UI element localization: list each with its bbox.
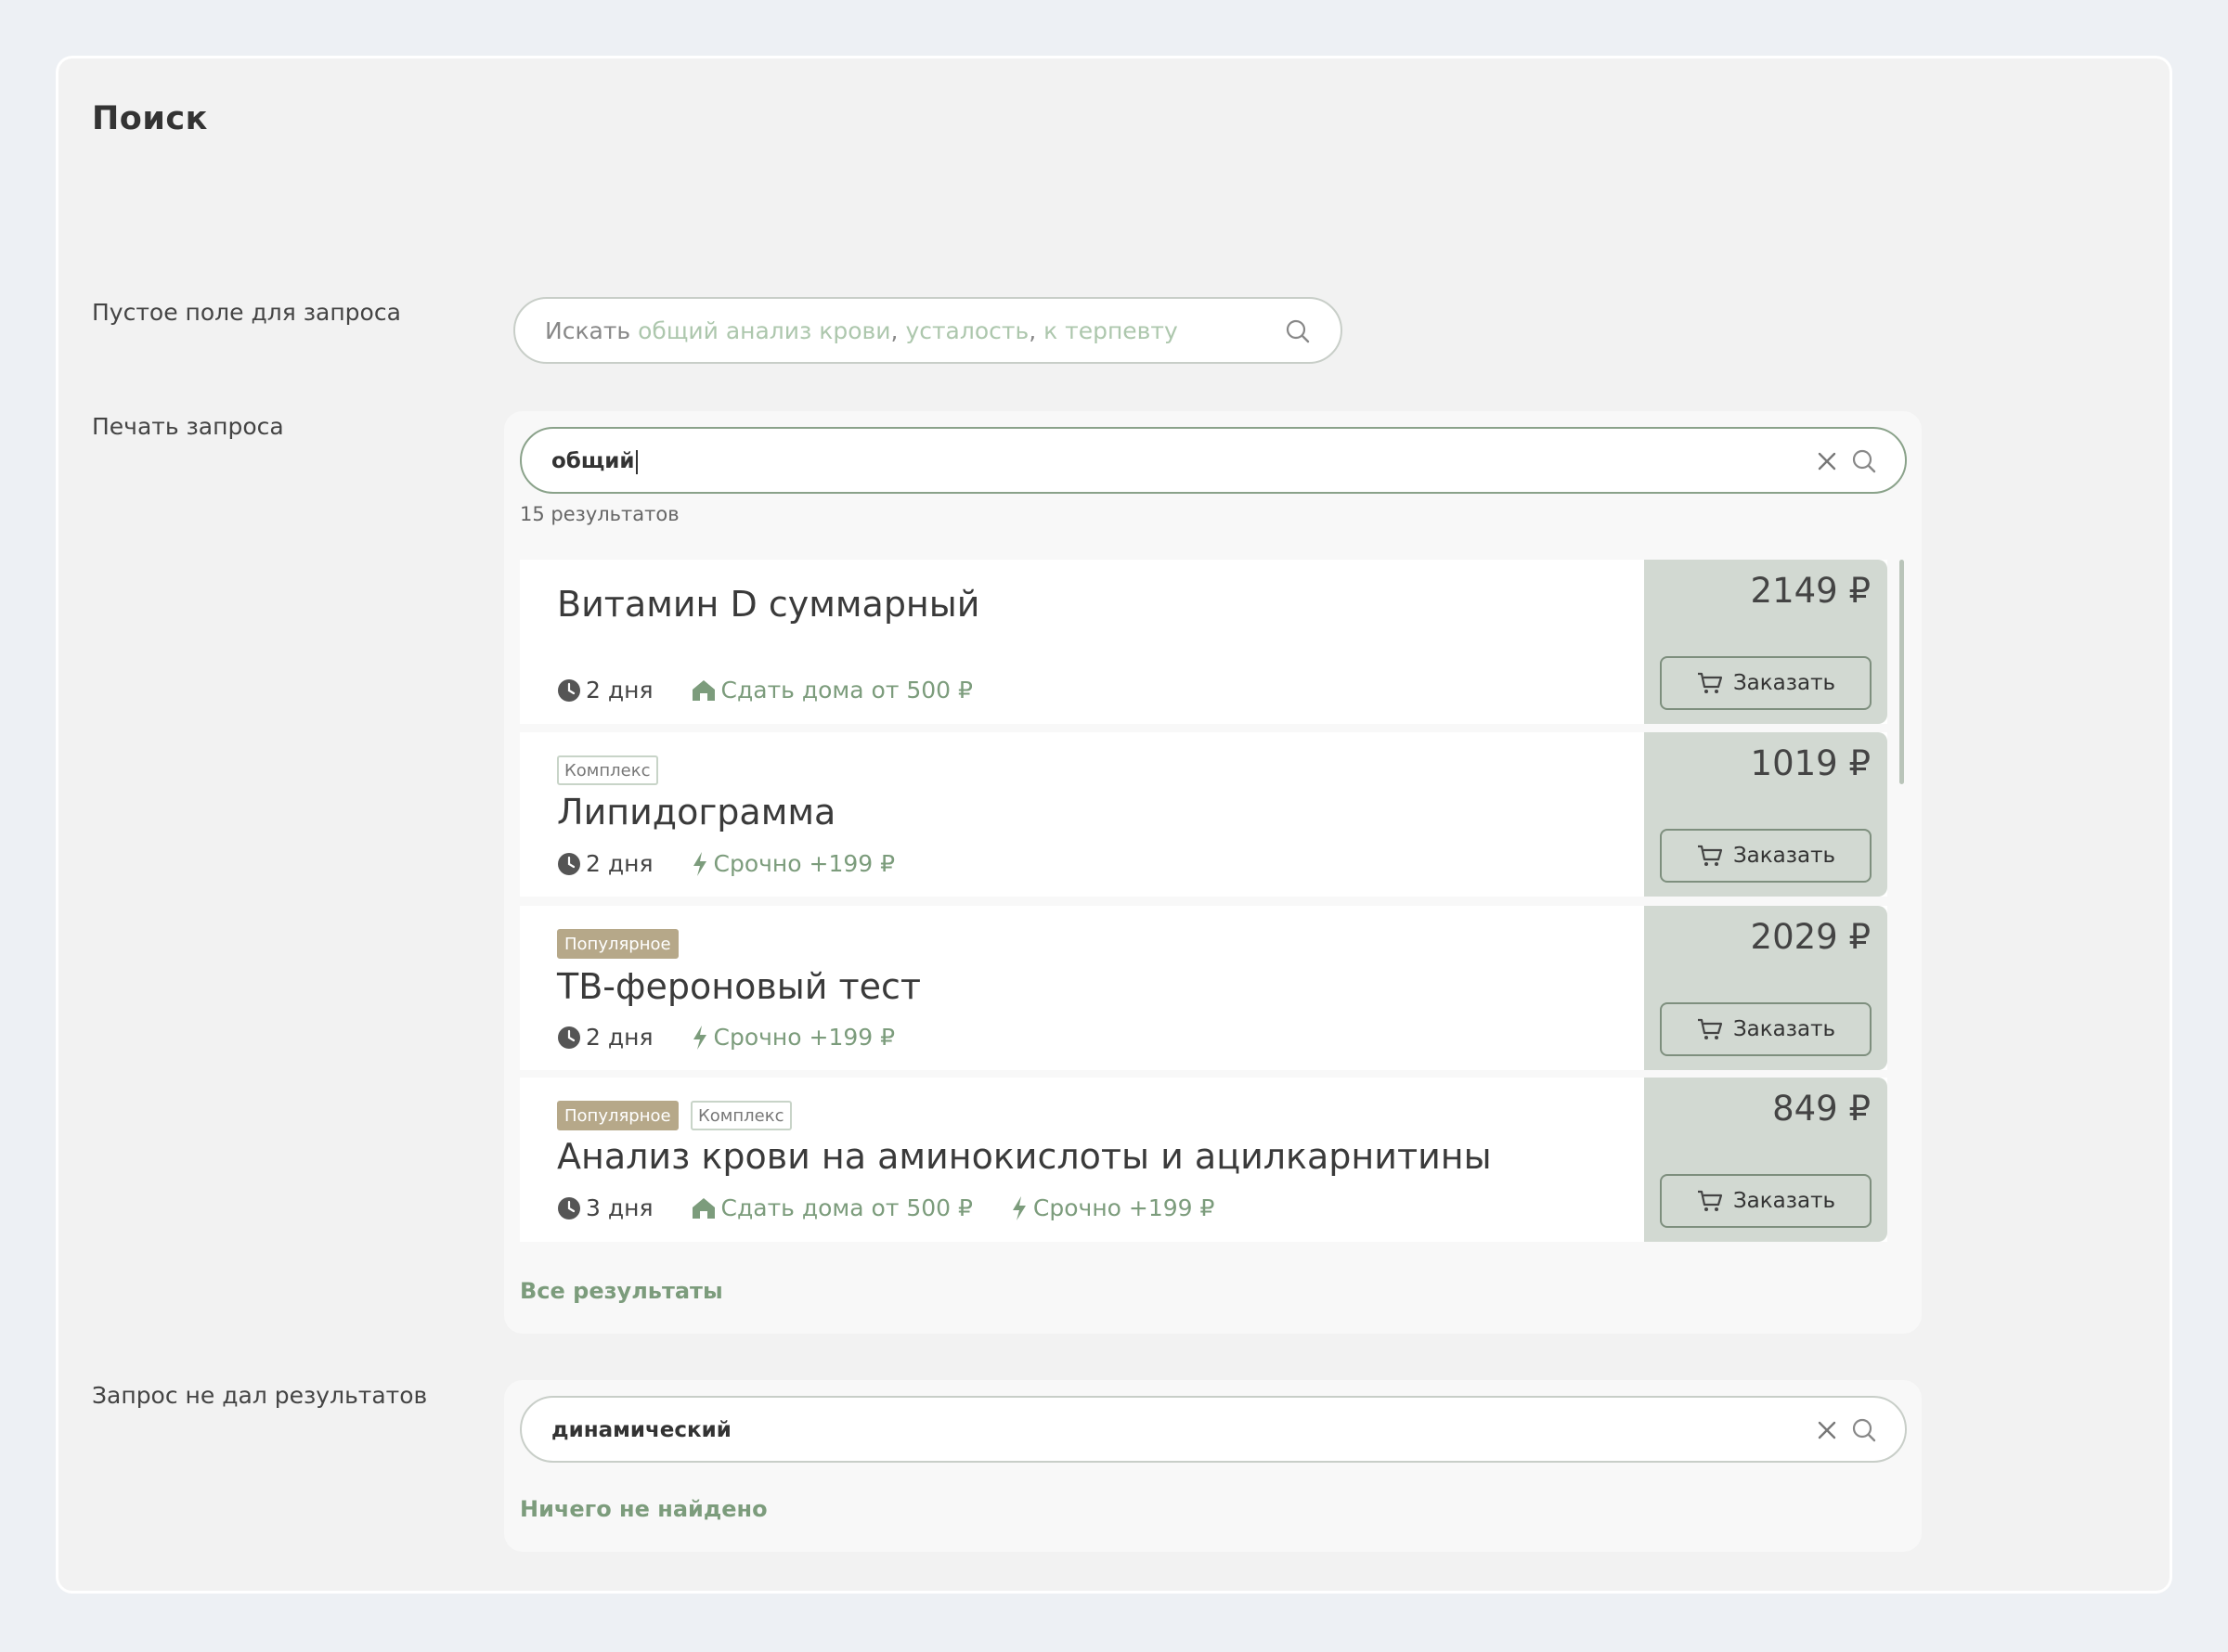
badge-complex: Комплекс: [691, 1101, 792, 1130]
duration: 2 дня: [557, 1024, 654, 1051]
price-area: 2149 ₽ Заказать: [1644, 560, 1887, 724]
urgent-option: Срочно +199 ₽: [691, 1024, 896, 1051]
badge-complex: Комплекс: [557, 755, 658, 785]
section-label-empty: Пустое поле для запроса: [92, 299, 401, 326]
home-icon: [692, 679, 715, 701]
duration-text: 2 дня: [586, 677, 654, 703]
duration: 2 дня: [557, 677, 654, 703]
home-collection: Сдать дома от 500 ₽: [691, 1194, 973, 1221]
order-label: Заказать: [1732, 1189, 1836, 1213]
placeholder-separator: ,: [890, 317, 899, 344]
order-label: Заказать: [1732, 671, 1836, 695]
price-area: 849 ₽ Заказать: [1644, 1078, 1887, 1242]
search-query-text: общий: [551, 429, 638, 494]
result-title: Анализ крови на аминокислоты и ацилкарни…: [557, 1136, 1492, 1177]
result-card[interactable]: Витамин D суммарный 2 дня Сдать дома от …: [520, 560, 1887, 724]
result-meta: 3 дня Сдать дома от 500 ₽ Срочно +199 ₽: [557, 1194, 1251, 1221]
clock-icon: [558, 678, 580, 702]
order-button[interactable]: Заказать: [1660, 656, 1872, 710]
urgent-option: Срочно +199 ₽: [1010, 1194, 1215, 1221]
clock-icon: [558, 852, 580, 875]
badge-popular: Популярное: [557, 1101, 679, 1130]
placeholder-hint: к терпевту: [1043, 317, 1178, 344]
price-area: 1019 ₽ Заказать: [1644, 732, 1887, 897]
page-title: Поиск: [92, 100, 208, 137]
search-icon[interactable]: [1283, 316, 1313, 346]
home-text: Сдать дома от 500 ₽: [720, 1194, 973, 1221]
search-icon[interactable]: [1849, 446, 1879, 476]
result-title: ТВ-фероновый тест: [557, 966, 922, 1007]
text-caret: [635, 449, 638, 474]
clock-icon: [558, 1026, 580, 1049]
price: 1019 ₽: [1750, 743, 1871, 783]
no-results-message: Ничего не найдено: [520, 1496, 768, 1522]
result-meta: 2 дня Сдать дома от 500 ₽: [557, 677, 1010, 703]
result-card[interactable]: Комплекс Липидограмма 2 дня Срочно +199 …: [520, 732, 1887, 897]
search-input-empty[interactable]: Искать общий анализ крови, усталость, к …: [513, 297, 1342, 364]
lightning-icon: [693, 1025, 706, 1050]
urgent-text: Срочно +199 ₽: [713, 850, 896, 877]
search-input-no-results[interactable]: динамический: [520, 1396, 1907, 1463]
order-label: Заказать: [1732, 1017, 1836, 1041]
section-label-no-results: Запрос не дал результатов: [92, 1382, 428, 1409]
clock-icon: [558, 1196, 580, 1220]
result-count: 15 результатов: [520, 503, 680, 525]
duration: 3 дня: [557, 1194, 654, 1221]
urgent-text: Срочно +199 ₽: [1032, 1194, 1215, 1221]
lightning-icon: [1012, 1195, 1026, 1220]
price: 2029 ₽: [1750, 917, 1871, 957]
results-scrollbar[interactable]: [1899, 560, 1904, 784]
order-button[interactable]: Заказать: [1660, 1002, 1872, 1056]
home-collection: Сдать дома от 500 ₽: [691, 677, 973, 703]
duration-text: 2 дня: [586, 1024, 654, 1051]
section-label-typing: Печать запроса: [92, 413, 284, 440]
placeholder-separator: ,: [1029, 317, 1037, 344]
price-area: 2029 ₽ Заказать: [1644, 906, 1887, 1070]
placeholder-hint: общий анализ крови: [638, 317, 891, 344]
urgent-text: Срочно +199 ₽: [713, 1024, 896, 1051]
close-icon[interactable]: [1812, 446, 1842, 476]
result-card[interactable]: Популярное ТВ-фероновый тест 2 дня Срочн…: [520, 906, 1887, 1070]
price: 2149 ₽: [1750, 571, 1871, 611]
search-query-value: динамический: [551, 1418, 732, 1442]
search-input-typing[interactable]: общий: [520, 427, 1907, 494]
duration-text: 2 дня: [586, 850, 654, 877]
result-title: Липидограмма: [557, 792, 836, 832]
all-results-link[interactable]: Все результаты: [520, 1278, 723, 1304]
home-icon: [692, 1197, 715, 1219]
order-label: Заказать: [1732, 844, 1836, 868]
home-text: Сдать дома от 500 ₽: [720, 677, 973, 703]
duration: 2 дня: [557, 850, 654, 877]
cart-icon: [1697, 672, 1723, 693]
cart-icon: [1697, 1018, 1723, 1039]
search-icon[interactable]: [1849, 1415, 1879, 1445]
result-meta: 2 дня Срочно +199 ₽: [557, 850, 932, 877]
lightning-icon: [693, 851, 706, 876]
search-placeholder: Искать общий анализ крови, усталость, к …: [545, 299, 1178, 364]
badge-popular: Популярное: [557, 929, 679, 959]
result-title: Витамин D суммарный: [557, 584, 980, 625]
close-icon[interactable]: [1812, 1415, 1842, 1445]
cart-icon: [1697, 1190, 1723, 1211]
result-card[interactable]: Популярное Комплекс Анализ крови на амин…: [520, 1078, 1887, 1242]
order-button[interactable]: Заказать: [1660, 1174, 1872, 1228]
search-query-value: общий: [551, 449, 635, 473]
result-meta: 2 дня Срочно +199 ₽: [557, 1024, 932, 1051]
order-button[interactable]: Заказать: [1660, 829, 1872, 883]
price: 849 ₽: [1772, 1089, 1871, 1129]
duration-text: 3 дня: [586, 1194, 654, 1221]
placeholder-hint: усталость: [905, 317, 1030, 344]
placeholder-prefix: Искать: [545, 317, 631, 344]
cart-icon: [1697, 845, 1723, 866]
urgent-option: Срочно +199 ₽: [691, 850, 896, 877]
